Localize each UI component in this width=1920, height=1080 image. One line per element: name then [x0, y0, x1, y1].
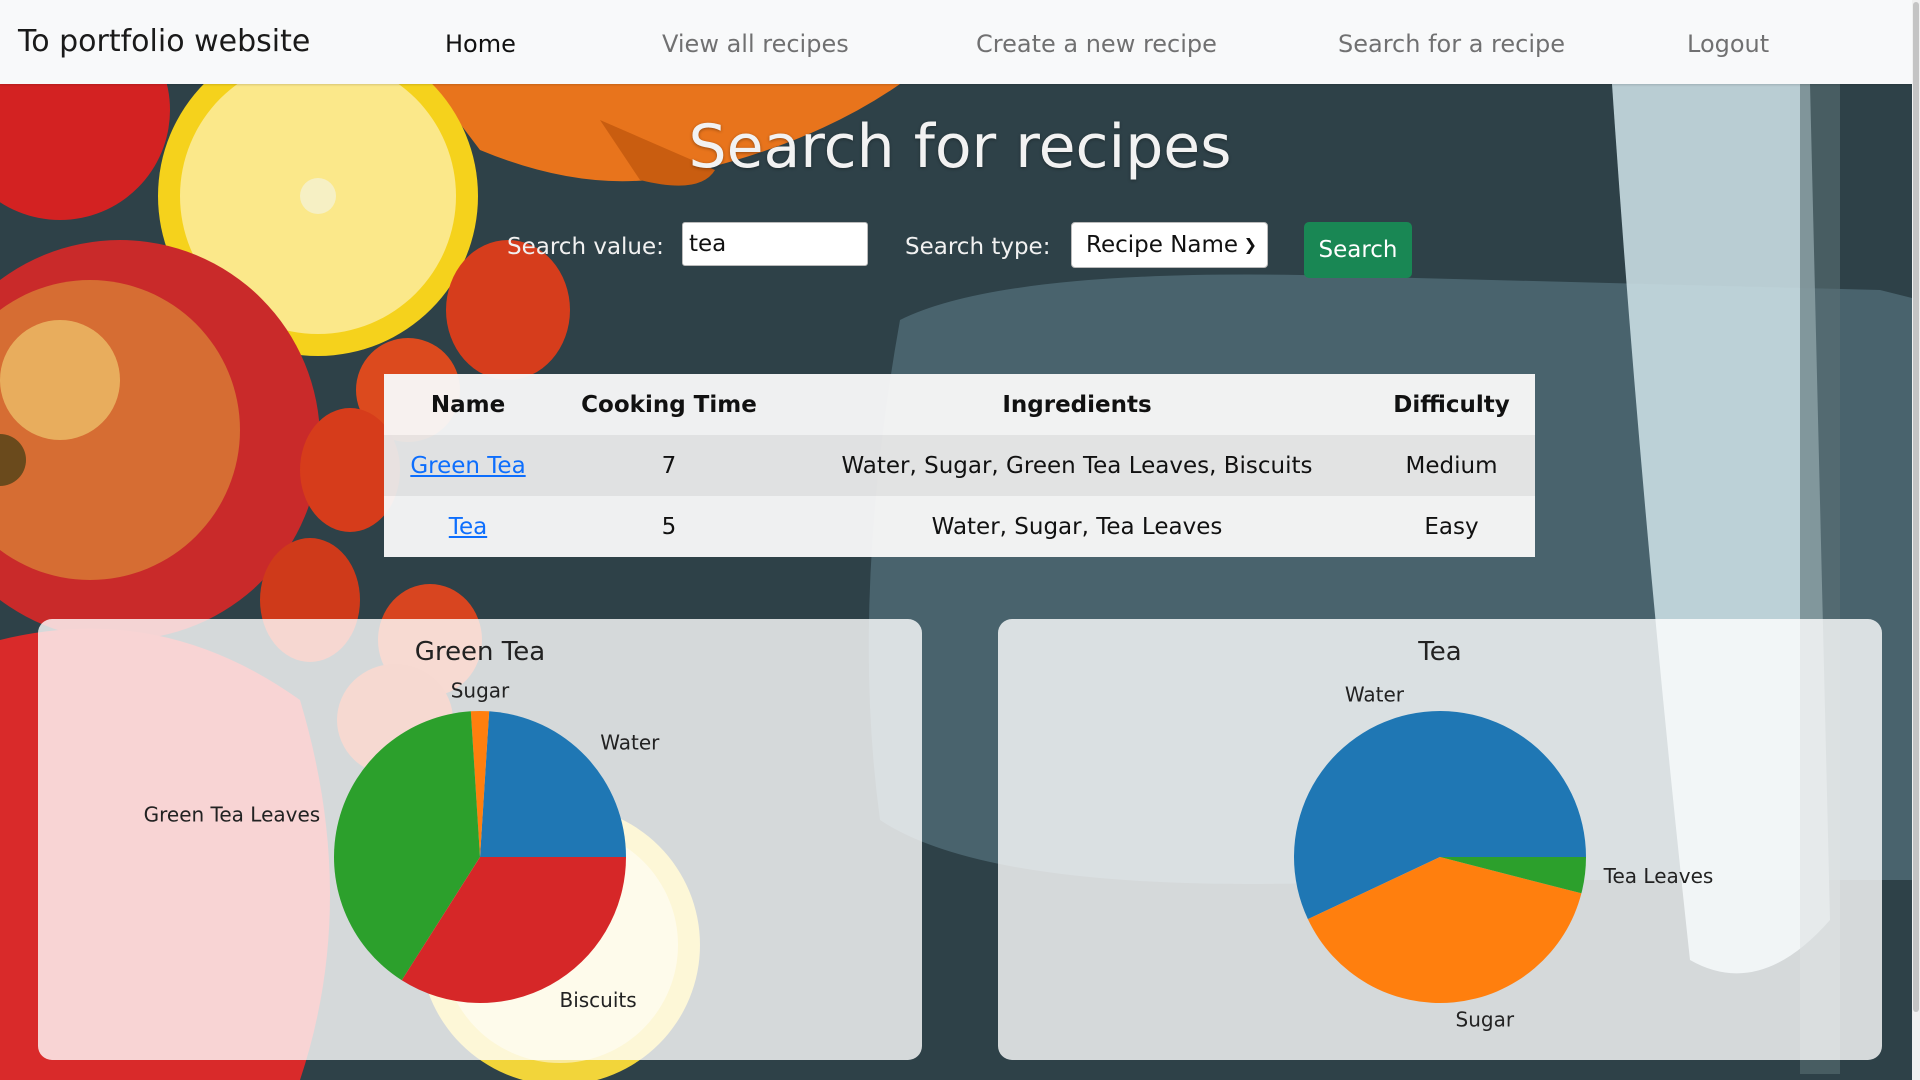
search-form: Search value: Search type: Recipe Name ❯… — [0, 222, 1920, 278]
nav-logout[interactable]: Logout — [1687, 0, 1769, 84]
search-value-label: Search value: — [507, 234, 664, 260]
search-type-label: Search type: — [905, 234, 1051, 260]
pie-chart-green-tea: Green Tea Water Sugar Green Tea Leaves Biscu… — [144, 637, 661, 1012]
nav-search-recipe[interactable]: Search for a recipe — [1338, 0, 1565, 84]
chevron-down-icon: ❯ — [1243, 235, 1257, 254]
recipe-link-green-tea[interactable]: Green Tea — [410, 453, 525, 479]
cell-cooking-time: 7 — [552, 435, 786, 496]
pie-label-biscuits: Biscuits — [559, 988, 636, 1012]
chart-card-tea: Tea Water Sugar Tea Leaves — [998, 619, 1882, 1060]
cell-difficulty: Medium — [1368, 435, 1535, 496]
header-ingredients: Ingredients — [786, 374, 1368, 435]
recipe-link-tea[interactable]: Tea — [449, 514, 487, 540]
search-type-select[interactable]: Recipe Name ❯ — [1071, 222, 1268, 268]
header-cooking-time: Cooking Time — [552, 374, 786, 435]
cell-ingredients: Water, Sugar, Green Tea Leaves, Biscuits — [786, 435, 1368, 496]
header-difficulty: Difficulty — [1368, 374, 1535, 435]
chart-title: Tea — [1417, 637, 1461, 667]
pie-label-tea-leaves: Tea Leaves — [1603, 864, 1714, 888]
pie-label-sugar: Sugar — [1456, 1008, 1515, 1032]
nav-create-recipe[interactable]: Create a new recipe — [976, 0, 1217, 84]
search-button[interactable]: Search — [1304, 222, 1412, 278]
table-header-row: Name Cooking Time Ingredients Difficulty — [384, 374, 1535, 435]
cell-name: Tea — [384, 496, 552, 557]
pie-label-sugar: Sugar — [451, 679, 510, 703]
table-row: Tea 5 Water, Sugar, Tea Leaves Easy — [384, 496, 1535, 557]
nav-view-all-recipes[interactable]: View all recipes — [662, 0, 849, 84]
cell-difficulty: Easy — [1368, 496, 1535, 557]
search-input[interactable] — [682, 222, 868, 266]
cell-ingredients: Water, Sugar, Tea Leaves — [786, 496, 1368, 557]
results-table: Name Cooking Time Ingredients Difficulty… — [384, 374, 1535, 557]
table-row: Green Tea 7 Water, Sugar, Green Tea Leav… — [384, 435, 1535, 496]
portfolio-link[interactable]: To portfolio website — [18, 0, 310, 84]
cell-cooking-time: 5 — [552, 496, 786, 557]
chart-card-green-tea: Green Tea Water Sugar Green Tea Leaves Biscu… — [38, 619, 922, 1060]
scrollbar-thumb[interactable] — [1913, 2, 1919, 1012]
page-scrollbar[interactable] — [1912, 0, 1920, 1080]
top-navbar: To portfolio website Home View all recip… — [0, 0, 1920, 84]
nav-home[interactable]: Home — [445, 0, 516, 84]
chart-title: Green Tea — [415, 637, 545, 667]
pie-label-water: Water — [1345, 682, 1405, 706]
pie-label-water: Water — [600, 731, 660, 755]
pie-label-green-tea-leaves: Green Tea Leaves — [144, 802, 321, 826]
header-name: Name — [384, 374, 552, 435]
search-type-value: Recipe Name — [1086, 232, 1239, 258]
pie-chart-tea: Tea Water Sugar Tea Leaves — [1294, 637, 1714, 1032]
page-title: Search for recipes — [688, 112, 1232, 182]
cell-name: Green Tea — [384, 435, 552, 496]
